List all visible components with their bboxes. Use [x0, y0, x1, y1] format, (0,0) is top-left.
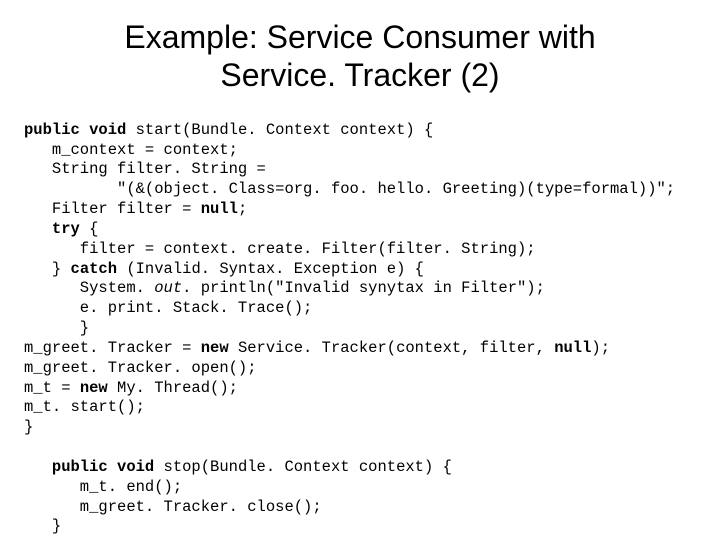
code-italic: out — [154, 279, 182, 297]
code-text: m_t. end(); — [24, 478, 182, 496]
code-kw: public void — [24, 121, 136, 139]
code-text: filter = context. create. Filter(filter.… — [24, 240, 536, 258]
code-text: m_greet. Tracker. open(); — [24, 359, 257, 377]
code-kw: try — [24, 220, 80, 238]
code-text: } — [24, 260, 71, 278]
code-text: (Invalid. Syntax. Exception e) { — [117, 260, 424, 278]
code-text: stop(Bundle. Context context) { — [164, 458, 452, 476]
code-text: m_greet. Tracker. close(); — [24, 498, 322, 516]
code-text: . println("Invalid synytax in Filter"); — [182, 279, 545, 297]
title-line-1: Example: Service Consumer with — [124, 19, 595, 55]
code-text: } — [24, 517, 61, 535]
code-text: { — [80, 220, 99, 238]
slide: Example: Service Consumer with Service. … — [0, 0, 720, 540]
code-text: ); — [591, 339, 610, 357]
code-text: m_greet. Tracker = — [24, 339, 201, 357]
code-text: } — [24, 418, 33, 436]
code-block: public void start(Bundle. Context contex… — [24, 121, 696, 537]
code-text: Filter filter = — [24, 200, 201, 218]
code-kw: null — [554, 339, 591, 357]
code-text: Service. Tracker(context, filter, — [229, 339, 555, 357]
code-text: String filter. String = — [24, 160, 266, 178]
code-text: m_context = context; — [24, 141, 238, 159]
code-text: ; — [238, 200, 247, 218]
code-kw: new — [80, 379, 108, 397]
code-text: "(&(object. Class=org. foo. hello. Greet… — [24, 180, 675, 198]
code-text: My. Thread(); — [108, 379, 238, 397]
code-text: System. — [24, 279, 154, 297]
code-kw: catch — [71, 260, 118, 278]
code-text: start(Bundle. Context context) { — [136, 121, 434, 139]
title-line-2: Service. Tracker (2) — [220, 57, 499, 93]
slide-title: Example: Service Consumer with Service. … — [24, 18, 696, 95]
code-text: e. print. Stack. Trace(); — [24, 299, 312, 317]
code-text: m_t. start(); — [24, 398, 145, 416]
code-kw: public void — [24, 458, 164, 476]
code-text: m_t = — [24, 379, 80, 397]
code-kw: null — [201, 200, 238, 218]
code-text: } — [24, 319, 89, 337]
code-kw: new — [201, 339, 229, 357]
